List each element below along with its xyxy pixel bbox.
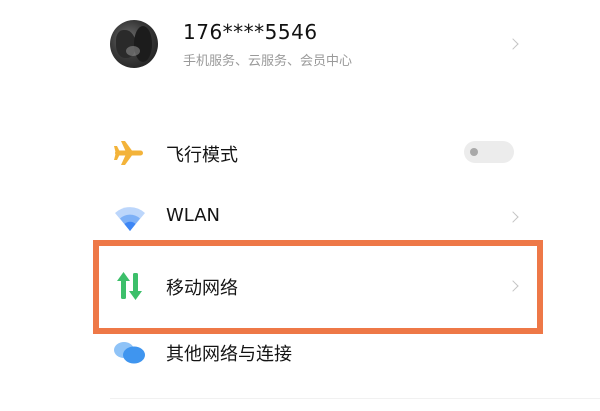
- settings-item-airplane-mode[interactable]: 飞行模式: [0, 121, 600, 185]
- chevron-right-icon: [507, 280, 519, 292]
- settings-item-label: 飞行模式: [166, 145, 238, 166]
- settings-item-mobile-network[interactable]: 移动网络: [0, 252, 600, 316]
- wifi-icon: [112, 199, 148, 235]
- connections-icon: [112, 334, 148, 370]
- account-name: 176****5546: [183, 20, 318, 44]
- account-row[interactable]: 176****5546 手机服务、云服务、会员中心: [0, 0, 600, 92]
- airplane-icon: [112, 135, 148, 171]
- settings-item-wlan[interactable]: WLAN: [0, 185, 600, 249]
- settings-item-other-networks[interactable]: 其他网络与连接: [0, 320, 600, 384]
- settings-item-label: 移动网络: [166, 278, 238, 299]
- chevron-right-icon: [507, 38, 519, 50]
- mobile-data-icon: [112, 268, 148, 304]
- settings-item-label: WLAN: [166, 205, 221, 226]
- airplane-mode-toggle[interactable]: [464, 141, 514, 163]
- toggle-knob: [470, 148, 478, 156]
- settings-item-label: 其他网络与连接: [166, 344, 292, 365]
- account-subtitle: 手机服务、云服务、会员中心: [183, 54, 353, 69]
- chevron-right-icon: [507, 211, 519, 223]
- divider: [110, 398, 600, 399]
- settings-screen: 176****5546 手机服务、云服务、会员中心 飞行模式 WLAN 移动网络…: [0, 0, 600, 411]
- avatar: [110, 20, 158, 68]
